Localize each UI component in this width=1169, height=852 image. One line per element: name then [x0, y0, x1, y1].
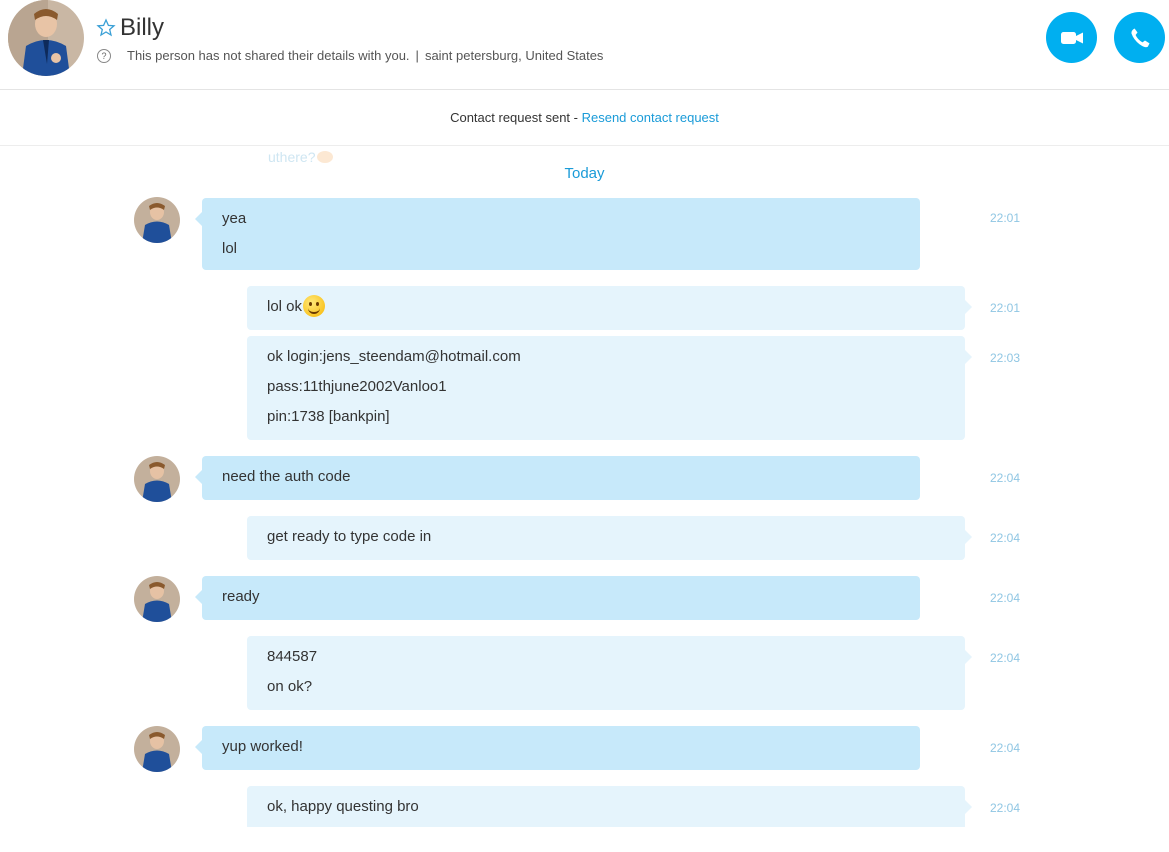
outgoing-message: get ready to type code in: [247, 516, 972, 560]
contact-request-bar: Contact request sent - Resend contact re…: [0, 90, 1169, 146]
faded-message-text: uthere?: [268, 149, 316, 165]
message-time: 22:04: [990, 651, 1021, 665]
message-time: 22:04: [990, 801, 1021, 815]
message-line: on ok?: [267, 678, 313, 695]
audio-call-button[interactable]: [1114, 12, 1165, 63]
info-icon[interactable]: ?: [97, 48, 111, 63]
request-status-text: Contact request sent -: [450, 110, 582, 125]
message-time: 22:04: [990, 531, 1021, 545]
message-time: 22:01: [990, 301, 1021, 315]
resend-request-link[interactable]: Resend contact request: [582, 110, 719, 125]
faded-emoji-icon: [317, 151, 334, 163]
sender-avatar[interactable]: [134, 576, 180, 622]
details-text: This person has not shared their details…: [127, 48, 410, 63]
favorite-star-icon[interactable]: [96, 18, 116, 38]
message-time: 22:03: [990, 351, 1021, 365]
outgoing-message: ok, happy questing bro: [247, 786, 972, 827]
message-line: need the auth code: [222, 468, 351, 485]
incoming-message: yea lol: [195, 198, 920, 270]
message-line: ok, happy questing bro: [267, 798, 419, 815]
message-line: pass:11thjune2002Vanloo1: [267, 378, 447, 395]
message-time: 22:04: [990, 471, 1021, 485]
video-camera-icon: [1060, 31, 1083, 44]
message-time: 22:04: [990, 591, 1021, 605]
incoming-message: yup worked!: [195, 726, 920, 770]
separator: |: [415, 48, 419, 63]
contact-location: saint petersburg, United States: [424, 48, 604, 63]
outgoing-message: ok login:jens_steendam@hotmail.com pass:…: [247, 336, 972, 440]
message-line: get ready to type code in: [267, 528, 432, 545]
message-line: ok login:jens_steendam@hotmail.com: [267, 348, 521, 365]
smile-emoji-icon: [303, 295, 326, 318]
sender-avatar[interactable]: [134, 726, 180, 772]
message-line: lol: [222, 240, 238, 257]
message-time: 22:04: [990, 741, 1021, 755]
faded-message: uthere?: [268, 149, 334, 165]
incoming-message: need the auth code: [195, 456, 920, 500]
outgoing-message: lol ok: [247, 286, 972, 330]
chat-history[interactable]: uthere? Today yea lol 22:01 lol ok 22:01…: [0, 147, 1169, 827]
sender-avatar[interactable]: [134, 456, 180, 502]
conversation-header: Billy ? This person has not shared their…: [0, 0, 1169, 90]
sender-avatar[interactable]: [134, 197, 180, 243]
message-line: yup worked!: [222, 738, 303, 755]
video-call-button[interactable]: [1046, 12, 1097, 63]
phone-icon: [1130, 28, 1149, 47]
date-divider: Today: [564, 165, 605, 182]
incoming-message: ready: [195, 576, 920, 620]
message-line: lol ok: [267, 292, 945, 322]
message-line: 844587: [267, 648, 318, 665]
message-time: 22:01: [990, 211, 1021, 225]
contact-avatar[interactable]: [8, 0, 84, 76]
message-line: ready: [222, 588, 260, 605]
message-line: yea: [222, 210, 247, 227]
outgoing-message: 844587 on ok?: [247, 636, 972, 710]
contact-name: Billy: [120, 14, 165, 41]
message-line: pin:1738 [bankpin]: [267, 408, 390, 425]
message-text: lol ok: [267, 298, 303, 315]
